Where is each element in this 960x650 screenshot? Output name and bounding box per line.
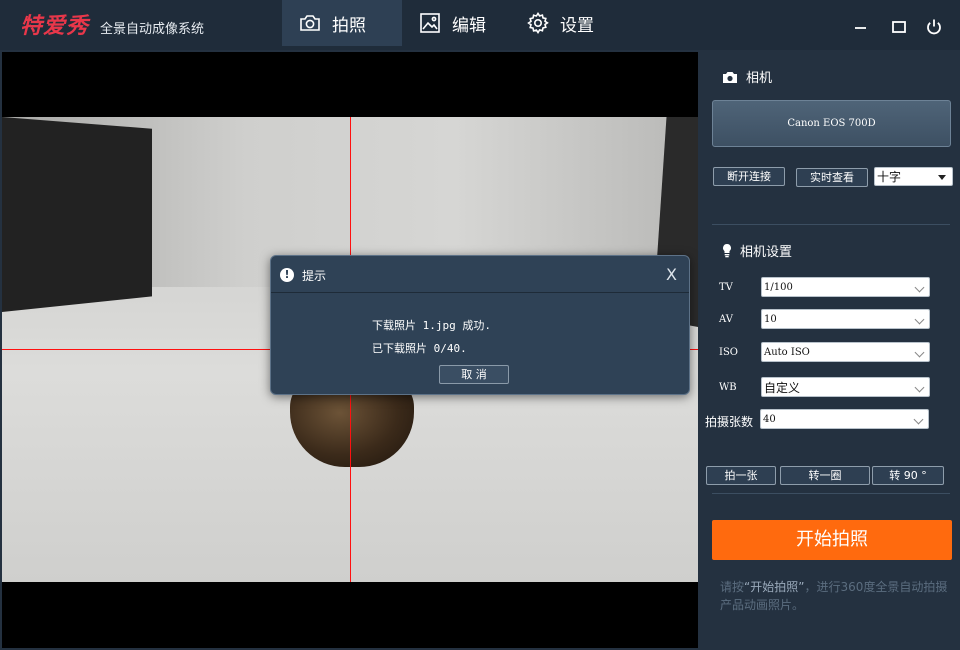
camera-small-icon xyxy=(723,71,737,83)
av-value: 10 xyxy=(764,314,777,325)
chevron-down-icon xyxy=(914,314,925,325)
overlay-select[interactable]: 十字 xyxy=(874,167,953,186)
tab-settings[interactable]: 设置 xyxy=(510,0,610,46)
camera-settings-section-title: 相机设置 xyxy=(722,241,792,260)
shot-count-select[interactable]: 40 xyxy=(760,409,929,429)
iso-label: ISO xyxy=(719,347,738,358)
section-divider xyxy=(712,493,950,494)
tab-settings-label: 设置 xyxy=(560,15,594,36)
tab-capture-label: 拍照 xyxy=(332,15,366,36)
control-panel: 相机 Canon EOS 700D 断开连接 实时查看 十字 相机设置 TV 1… xyxy=(700,50,960,650)
notice-dialog: ! 提示 X 下载照片 1.jpg 成功. 已下载照片 0/40. 取 消 xyxy=(270,255,690,395)
lightbulb-icon xyxy=(723,244,731,258)
wb-label: WB xyxy=(719,382,737,393)
tab-edit[interactable]: 编辑 xyxy=(402,0,502,46)
gear-icon xyxy=(527,12,549,34)
tv-select[interactable]: 1/100 xyxy=(761,277,930,297)
dialog-cancel-button[interactable]: 取 消 xyxy=(439,365,509,384)
live-view-button[interactable]: 实时查看 xyxy=(796,168,868,187)
start-capture-button[interactable]: 开始拍照 xyxy=(712,520,952,560)
rotate-round-button[interactable]: 转一圈 xyxy=(780,466,870,485)
shot-count-value: 40 xyxy=(763,414,776,425)
wb-value: 自定义 xyxy=(764,381,801,395)
camera-model-display[interactable]: Canon EOS 700D xyxy=(712,100,951,147)
hint-button-name: “开始拍照” xyxy=(744,580,805,594)
minimize-icon[interactable] xyxy=(852,18,870,36)
disconnect-button[interactable]: 断开连接 xyxy=(713,167,785,186)
rotate-90-button[interactable]: 转 90 ° xyxy=(872,466,944,485)
tab-capture[interactable]: 拍照 xyxy=(282,0,402,46)
left-reflector-panel xyxy=(2,117,152,312)
section-divider xyxy=(712,224,950,225)
tab-edit-label: 编辑 xyxy=(452,15,486,36)
dialog-header: ! 提示 X xyxy=(271,256,689,293)
maximize-icon[interactable] xyxy=(890,18,908,36)
overlay-select-value: 十字 xyxy=(877,170,902,184)
chevron-down-icon xyxy=(914,347,925,358)
shoot-one-button[interactable]: 拍一张 xyxy=(706,466,776,485)
chevron-down-icon xyxy=(914,282,925,293)
iso-select[interactable]: Auto ISO xyxy=(761,342,930,362)
av-label: AV xyxy=(719,314,733,325)
av-select[interactable]: 10 xyxy=(761,309,930,329)
image-edit-icon xyxy=(420,13,440,33)
camera-section-title: 相机 xyxy=(722,67,772,86)
hint-prefix: 请按 xyxy=(720,580,745,594)
chevron-down-icon xyxy=(914,382,925,393)
wb-select[interactable]: 自定义 xyxy=(761,377,930,397)
camera-section-label: 相机 xyxy=(746,71,773,86)
dialog-close-button[interactable]: X xyxy=(666,265,677,284)
tv-label: TV xyxy=(719,282,733,293)
dialog-message-progress: 已下载照片 0/40. xyxy=(372,342,467,355)
chevron-down-icon xyxy=(913,414,924,425)
app-subtitle: 全景自动成像系统 xyxy=(100,22,205,37)
dropdown-arrow-icon xyxy=(938,175,946,180)
app-logo: 特爱秀 xyxy=(20,14,90,39)
tv-value: 1/100 xyxy=(764,282,793,293)
dialog-message-download: 下载照片 1.jpg 成功. xyxy=(372,319,491,332)
camera-settings-label: 相机设置 xyxy=(740,245,793,260)
shot-count-label: 拍摄张数 xyxy=(705,415,754,429)
start-hint-text: 请按“开始拍照”，进行360度全景自动拍摄产品动画照片。 xyxy=(720,578,952,614)
camera-icon xyxy=(300,15,320,31)
power-icon[interactable] xyxy=(925,18,943,36)
top-bar: 特爱秀 全景自动成像系统 拍照 编辑 设置 xyxy=(0,0,960,50)
info-icon: ! xyxy=(280,268,294,282)
dialog-title: 提示 xyxy=(302,269,327,283)
iso-value: Auto ISO xyxy=(764,347,810,358)
